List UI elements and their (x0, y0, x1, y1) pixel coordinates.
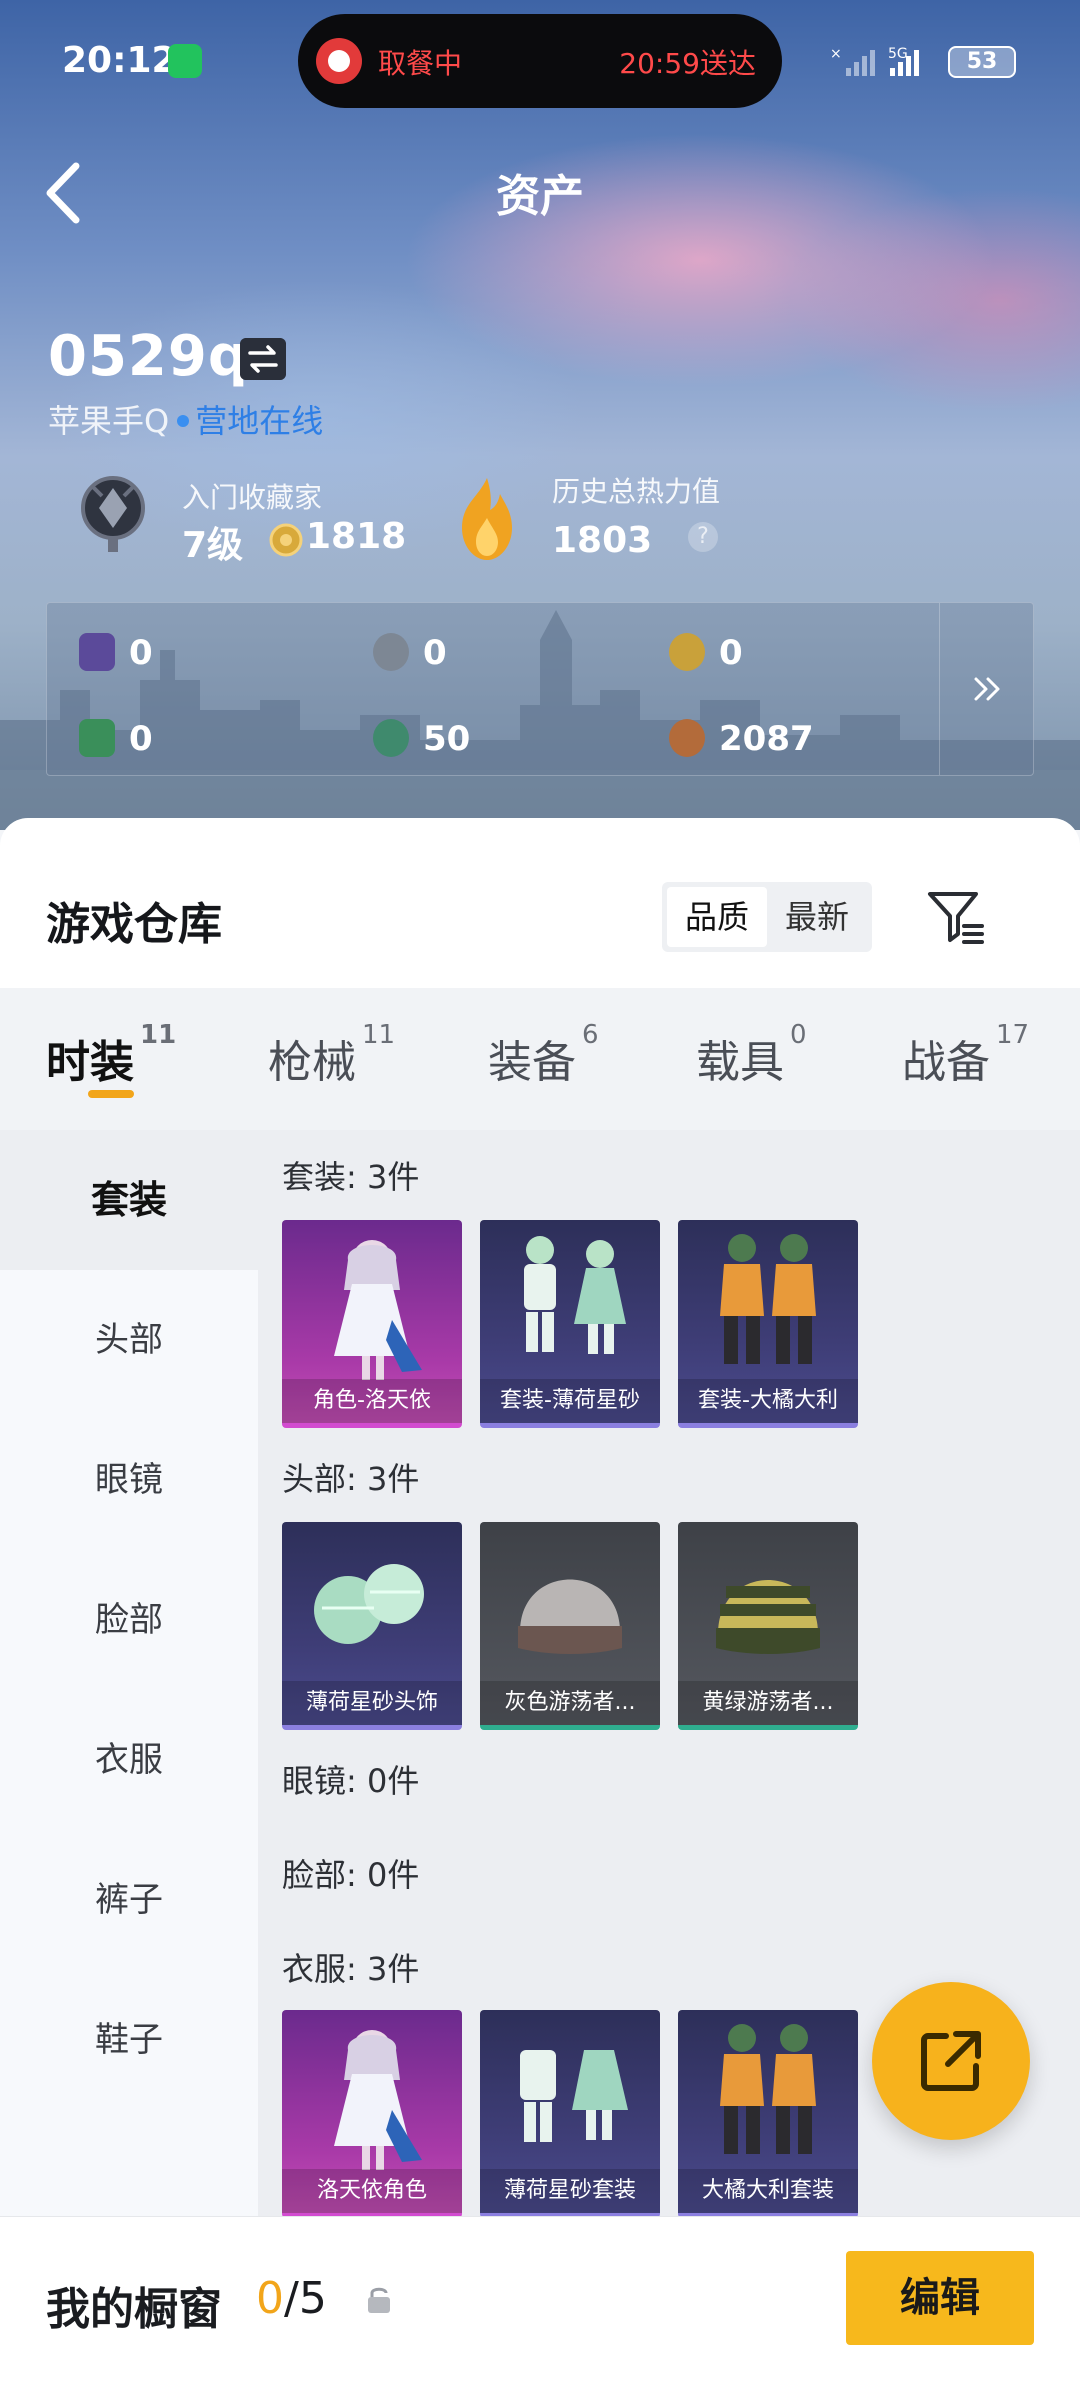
showcase-bar: 我的橱窗 0/5 编辑 (0, 2216, 1080, 2382)
silver-coin-icon (373, 633, 409, 671)
subcategory-sidebar: 套装 头部 眼镜 脸部 衣服 裤子 鞋子 (0, 1130, 258, 2382)
item-grid: 套装: 3件 角色-洛天依 套装-薄荷星砂 套装-大橘大利 头部: 3件 薄荷星… (258, 1130, 1080, 2382)
page-title: 资产 (496, 171, 584, 222)
currency-panel: 0 0 0 0 50 2087 (46, 602, 1034, 776)
warehouse-card: 游戏仓库 品质 最新 时装11 枪械11 装备6 载具0 战备17 套装 头部 … (0, 818, 1080, 2382)
tab-fashion[interactable]: 时装11 (46, 1020, 176, 1090)
section-label-head: 头部: 3件 (282, 1460, 420, 1498)
edit-button[interactable]: 编辑 (846, 2251, 1034, 2345)
item-card[interactable]: 黄绿游荡者... (678, 1522, 858, 1730)
help-icon[interactable]: ? (688, 522, 718, 552)
delivery-app-icon (316, 38, 362, 84)
showcase-count: 0/5 (256, 2273, 327, 2324)
profile-hero: 20:12 取餐中 20:59送达 × 5G 53 资产 0529qz 苹果手Q… (0, 0, 1080, 830)
item-name: 薄荷星砂套装 (480, 2169, 660, 2213)
tab-combat-gear[interactable]: 战备17 (902, 1020, 1029, 1090)
mint-outfit-icon (524, 1236, 626, 1354)
status-time: 20:12 (62, 40, 177, 81)
gold-coin-icon (669, 633, 705, 671)
item-card[interactable]: 灰色游荡者... (480, 1522, 660, 1730)
svg-text:×: × (830, 46, 842, 62)
collector-level: 7级 (182, 525, 244, 566)
double-chevron-right-icon (974, 677, 1000, 701)
item-card[interactable]: 套装-大橘大利 (678, 1220, 858, 1428)
collector-points: 1818 (306, 516, 407, 557)
flame-icon (462, 478, 512, 560)
orange-outfit-icon (720, 1234, 816, 1364)
item-name: 大橘大利套装 (678, 2169, 858, 2213)
filter-icon[interactable] (924, 884, 988, 948)
orange-outfit-icon (720, 2024, 816, 2154)
character-girl-icon (334, 2030, 422, 2170)
item-name: 薄荷星砂头饰 (282, 1681, 462, 1725)
category-tabs: 时装11 枪械11 装备6 载具0 战备17 (0, 988, 1080, 1130)
gray-beanie-icon (518, 1579, 622, 1654)
network-label: 5G (888, 46, 908, 62)
heat-value: 1803 (552, 520, 653, 561)
sidebar-item-suits[interactable]: 套装 (0, 1130, 258, 1270)
platform-label: 苹果手Q (48, 402, 170, 440)
collector-badge-icon (81, 476, 145, 552)
sort-latest-button[interactable]: 最新 (767, 887, 867, 947)
section-label-face: 脸部: 0件 (282, 1856, 420, 1894)
heat-title: 历史总热力值 (552, 475, 721, 508)
battery-indicator: 53 (948, 46, 1016, 78)
wechat-icon (168, 44, 202, 78)
sort-quality-button[interactable]: 品质 (667, 887, 767, 947)
share-external-icon (921, 2031, 981, 2091)
green-card-icon (79, 719, 115, 757)
collector-points-icon (269, 523, 303, 557)
item-card[interactable]: 角色-洛天依 (282, 1220, 462, 1428)
sidebar-item-glasses[interactable]: 眼镜 (0, 1410, 258, 1550)
yellow-green-beanie-icon (716, 1580, 820, 1654)
bronze-coin-icon (669, 719, 705, 757)
tab-active-indicator (88, 1090, 134, 1098)
section-label-clothes: 衣服: 3件 (282, 1950, 420, 1988)
item-card[interactable]: 洛天依角色 (282, 2010, 462, 2218)
tab-guns[interactable]: 枪械11 (268, 1020, 395, 1090)
currency-more-button[interactable] (939, 603, 1033, 775)
item-name: 套装-薄荷星砂 (480, 1379, 660, 1423)
sidebar-item-head[interactable]: 头部 (0, 1270, 258, 1410)
warehouse-title: 游戏仓库 (46, 899, 222, 950)
sidebar-item-clothes[interactable]: 衣服 (0, 1690, 258, 1830)
tab-vehicles[interactable]: 载具0 (696, 1020, 807, 1090)
mint-outfit-icon (520, 2050, 628, 2142)
sidebar-item-pants[interactable]: 裤子 (0, 1830, 258, 1970)
delivery-eta-text: 20:59送达 (619, 47, 756, 80)
lock-icon (368, 2287, 390, 2313)
item-name: 灰色游荡者... (480, 1681, 660, 1725)
showcase-label: 我的橱窗 (46, 2284, 222, 2335)
item-card[interactable]: 薄荷星砂头饰 (282, 1522, 462, 1730)
section-label-suits: 套装: 3件 (282, 1158, 420, 1196)
status-bar: 20:12 取餐中 20:59送达 × 5G 53 (0, 0, 1080, 120)
item-card[interactable]: 套装-薄荷星砂 (480, 1220, 660, 1428)
character-girl-icon (334, 1240, 422, 1380)
item-card[interactable]: 薄荷星砂套装 (480, 2010, 660, 2218)
swap-account-icon[interactable] (240, 338, 286, 380)
sidebar-item-shoes[interactable]: 鞋子 (0, 1970, 258, 2110)
delivery-status-text: 取餐中 (378, 47, 463, 80)
item-name: 洛天依角色 (282, 2169, 462, 2213)
item-name: 黄绿游荡者... (678, 1681, 858, 1725)
collector-title: 入门收藏家 (182, 481, 323, 514)
item-name: 套装-大橘大利 (678, 1379, 858, 1423)
jade-coin-icon (373, 719, 409, 757)
online-status: 营地在线 (195, 402, 324, 440)
purple-card-icon (79, 633, 115, 671)
platform-status: 苹果手Q 营地在线 (48, 396, 323, 442)
dynamic-island-delivery[interactable]: 取餐中 20:59送达 (298, 14, 782, 108)
online-dot-icon (177, 415, 190, 427)
item-name: 角色-洛天依 (282, 1379, 462, 1423)
tab-equipment[interactable]: 装备6 (488, 1020, 599, 1090)
item-card[interactable]: 大橘大利套装 (678, 2010, 858, 2218)
share-fab-button[interactable] (872, 1982, 1030, 2140)
mint-headpiece-icon (314, 1564, 424, 1644)
section-label-glasses: 眼镜: 0件 (282, 1762, 420, 1800)
sidebar-item-face[interactable]: 脸部 (0, 1550, 258, 1690)
sort-toggle: 品质 最新 (662, 882, 872, 952)
